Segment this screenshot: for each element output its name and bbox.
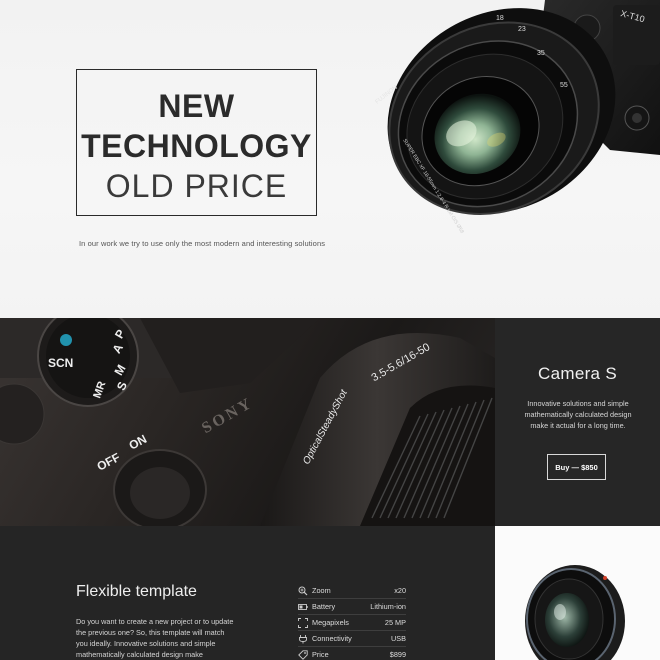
spec-value: $899 (389, 650, 406, 659)
camera-closeup-image: SCN MR M S A P ON OFF SONY OpticalSteady… (0, 318, 495, 526)
spec-label: Connectivity (312, 634, 352, 643)
power-on-label: ON (127, 432, 149, 453)
dial-label-scn: SCN (48, 356, 73, 370)
product-title: Camera S (538, 364, 617, 383)
features-title: Flexible template (76, 583, 197, 600)
spec-label: Price (312, 650, 329, 659)
hero-subtitle: In our work we try to use only the most … (79, 239, 326, 248)
spec-row-megapixels: Megapixels 25 MP (298, 615, 406, 631)
spec-row-connectivity: Connectivity USB (298, 631, 406, 647)
hero-section: NEW TECHNOLOGY OLD PRICE In our work we … (0, 0, 660, 318)
focal-mark-55: 55 (560, 82, 568, 89)
product-description: Innovative solutions and simple mathemat… (524, 399, 632, 430)
focal-mark-35: 35 (537, 50, 545, 57)
product-panel: Camera S Innovative solutions and simple… (495, 318, 660, 526)
spec-row-price: Price $899 (298, 647, 406, 660)
spec-value: Lithium-ion (370, 602, 406, 611)
spec-label: Battery (312, 602, 336, 611)
zoom-icon (298, 586, 312, 596)
battery-icon (298, 602, 312, 612)
camera-brand-sony: SONY (199, 394, 256, 437)
hero-title-line1: NEW (158, 88, 235, 124)
hero-title-line3: OLD PRICE (105, 168, 288, 204)
spec-value: USB (390, 634, 406, 643)
lens-product-image (495, 526, 660, 660)
spec-label: Megapixels (312, 618, 349, 627)
product-band: SCN MR M S A P ON OFF SONY OpticalSteady… (0, 318, 660, 526)
spec-row-battery: Battery Lithium-ion (298, 599, 406, 615)
features-section: Flexible template Do you want to create … (0, 526, 660, 660)
spec-label: Zoom (312, 586, 331, 595)
features-panel: Flexible template Do you want to create … (0, 526, 495, 660)
camera-lens-image: X-T10 FUJINON SUPER EBC XF 18-55mm 1:2.8… (375, 0, 660, 235)
hero-title: NEW TECHNOLOGY OLD PRICE (76, 86, 317, 206)
spec-row-zoom: Zoom x20 (298, 583, 406, 599)
megapixels-icon (298, 617, 312, 628)
focal-mark-18: 18 (496, 15, 504, 22)
spec-list: Zoom x20 Battery Lithium-ion Megapixels … (298, 583, 406, 660)
spec-value: 25 MP (384, 618, 406, 627)
spec-value: x20 (394, 586, 406, 595)
power-off-label: OFF (95, 450, 123, 474)
focal-mark-23: 23 (518, 26, 526, 33)
buy-button[interactable]: Buy — $850 (547, 454, 606, 480)
price-tag-icon (298, 649, 312, 660)
features-description: Do you want to create a new project or t… (76, 617, 234, 659)
connectivity-icon (298, 634, 312, 644)
hero-title-line2: TECHNOLOGY (81, 128, 312, 164)
